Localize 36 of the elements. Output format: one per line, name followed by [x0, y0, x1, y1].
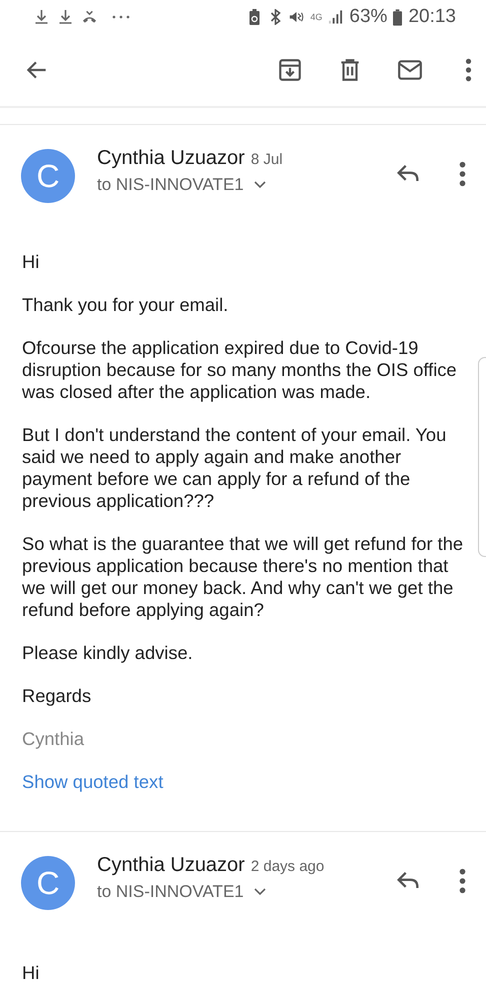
more-options-button[interactable] [465, 57, 472, 83]
expand-details-button[interactable] [254, 888, 266, 896]
download-icon [58, 9, 73, 25]
more-notifications-icon [112, 15, 130, 19]
download-icon [34, 9, 49, 25]
bluetooth-icon [268, 9, 284, 25]
mute-icon [289, 9, 304, 25]
more-options-button[interactable] [458, 867, 466, 895]
network-type: 4G [310, 12, 322, 22]
battery-percentage: 63% [349, 6, 388, 28]
message-paragraph: Thank you for your email. [22, 294, 230, 316]
show-quoted-text-link[interactable]: Show quoted text [22, 771, 164, 793]
sender-name: Cynthia Uzuazor [97, 854, 245, 877]
recipient-text: to NIS-INNOVATE1 [97, 882, 244, 902]
avatar: C [21, 856, 75, 910]
signal-icon [328, 9, 344, 25]
avatar: C [21, 149, 75, 203]
more-options-button[interactable] [458, 160, 466, 188]
message-paragraph: So what is the guarantee that we will get refund for the previous application because there's no mention that we will get our money back. And why can't we get the refund before applying again? [22, 533, 464, 621]
message-date: 8 Jul [250, 151, 283, 168]
sender-name: Cynthia Uzuazor [97, 147, 245, 170]
recipient-text: to NIS-INNOVATE1 [97, 175, 244, 195]
message-paragraph: Please kindly advise. [22, 642, 194, 664]
message-paragraph: Ofcourse the application expired due to Covid-19 disruption because for so many months the OIS office was closed after the application was made. [22, 337, 458, 403]
message-paragraph: Regards [22, 685, 92, 707]
message-date: 2 days ago [250, 858, 324, 875]
battery-icon [393, 8, 402, 26]
signature-text: Cynthia [22, 728, 85, 750]
message-paragraph: Hi [22, 962, 40, 984]
expand-details-button[interactable] [254, 181, 266, 189]
message-paragraph: But I don't understand the content of your email. You said we need to apply again and make another payment before we can apply for a refund of the previous application??? [22, 424, 448, 512]
archive-button[interactable] [277, 57, 303, 83]
battery-saver-icon [247, 9, 262, 25]
message-paragraph: Hi [22, 251, 40, 273]
missed-call-icon [82, 9, 97, 25]
clock: 20:13 [408, 6, 456, 28]
